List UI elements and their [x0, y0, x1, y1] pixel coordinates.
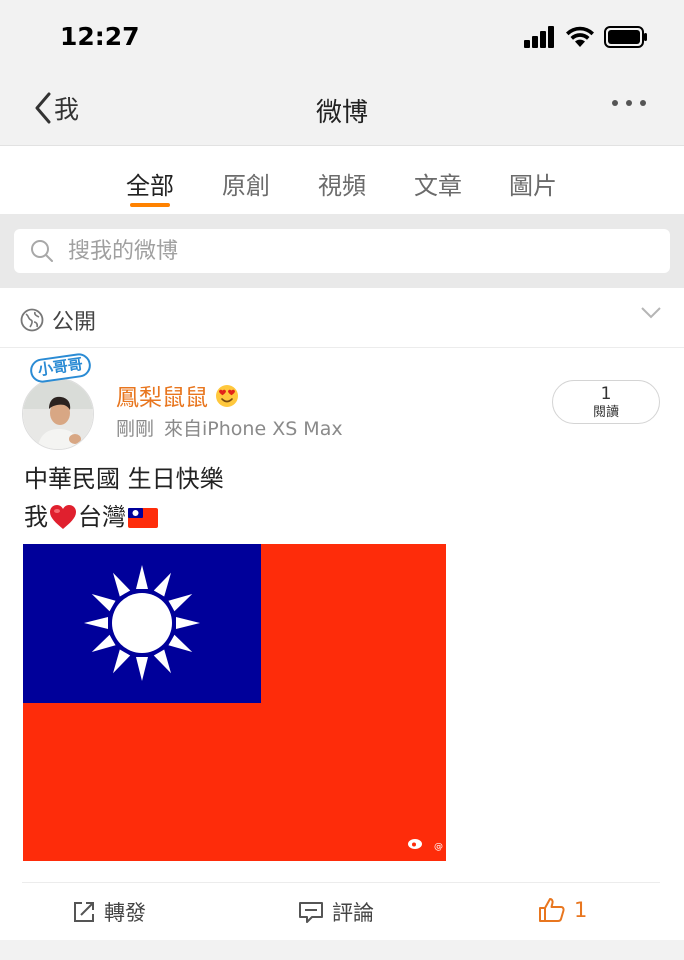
weibo-watermark-icon	[408, 839, 422, 849]
like-button[interactable]: 1	[538, 897, 587, 923]
search-input[interactable]	[68, 238, 628, 264]
post-source: 來自iPhone XS Max	[164, 418, 343, 440]
username[interactable]: 鳳梨鼠鼠	[116, 378, 240, 412]
more-dot-icon	[626, 100, 632, 106]
tab-picture[interactable]: 圖片	[501, 166, 565, 201]
thumbs-up-icon	[539, 898, 565, 922]
more-dot-icon	[640, 100, 646, 106]
emoji-icon	[216, 385, 238, 407]
status-time: 12:27	[60, 22, 140, 51]
post-image-flag[interactable]: @	[23, 544, 446, 861]
more-button[interactable]	[612, 100, 646, 106]
tab-video[interactable]: 視頻	[310, 166, 374, 201]
taiwan-flag-icon	[128, 508, 158, 528]
nav-bar: 我 微博	[0, 72, 684, 146]
image-watermark: @	[434, 842, 443, 852]
read-count: 1	[600, 384, 612, 404]
post-text-line-2: 我 台灣	[24, 498, 224, 536]
share-icon	[74, 902, 94, 922]
status-icons	[524, 26, 648, 48]
comment-icon	[299, 902, 323, 923]
search-area	[0, 214, 684, 288]
globe-icon	[20, 308, 44, 332]
avatar-photo	[23, 379, 93, 449]
tab-article[interactable]: 文章	[406, 166, 470, 201]
wifi-icon	[566, 26, 594, 47]
post-text-segment-b: 台灣	[78, 503, 126, 531]
signal-icon	[524, 26, 554, 48]
post-card: 小哥哥 鳳梨鼠鼠 剛剛 來自iPhone XS Max 1 閱讀 中華民國 生日…	[0, 348, 684, 940]
search-box[interactable]	[14, 229, 670, 273]
page-title: 微博	[315, 98, 368, 128]
repost-label: 轉發	[104, 901, 146, 925]
post-text: 中華民國 生日快樂 我 台灣	[24, 460, 224, 536]
post-time: 剛剛	[116, 418, 155, 440]
avatar-sticker: 小哥哥	[28, 351, 93, 385]
post-text-segment-a: 我	[24, 503, 48, 531]
like-count: 1	[574, 898, 588, 922]
tab-original[interactable]: 原創	[214, 166, 278, 201]
more-dot-icon	[612, 100, 618, 106]
tab-indicator	[130, 203, 170, 207]
battery-icon	[604, 26, 647, 48]
comment-button[interactable]: 評論	[298, 897, 374, 927]
search-icon	[31, 240, 53, 262]
repost-button[interactable]: 轉發	[72, 897, 146, 927]
post-actions: 轉發 評論 1	[22, 882, 660, 940]
tab-all[interactable]: 全部	[118, 166, 182, 201]
heart-icon	[50, 505, 76, 529]
visibility-label: 公開	[52, 310, 97, 335]
visibility-filter[interactable]: 公開	[0, 288, 684, 348]
read-count-badge[interactable]: 1 閱讀	[552, 380, 660, 424]
username-text: 鳳梨鼠鼠	[116, 385, 208, 411]
visibility-filter-label-group: 公開	[20, 304, 96, 336]
avatar[interactable]	[22, 378, 94, 450]
post-text-line-1: 中華民國 生日快樂	[24, 465, 224, 493]
read-label: 閱讀	[592, 405, 619, 420]
post-meta: 剛剛 來自iPhone XS Max	[116, 414, 343, 441]
comment-label: 評論	[332, 901, 374, 925]
status-bar: 12:27	[0, 0, 684, 72]
chevron-down-icon	[641, 307, 661, 319]
tab-bar: 全部 原創 視頻 文章 圖片	[0, 146, 684, 214]
